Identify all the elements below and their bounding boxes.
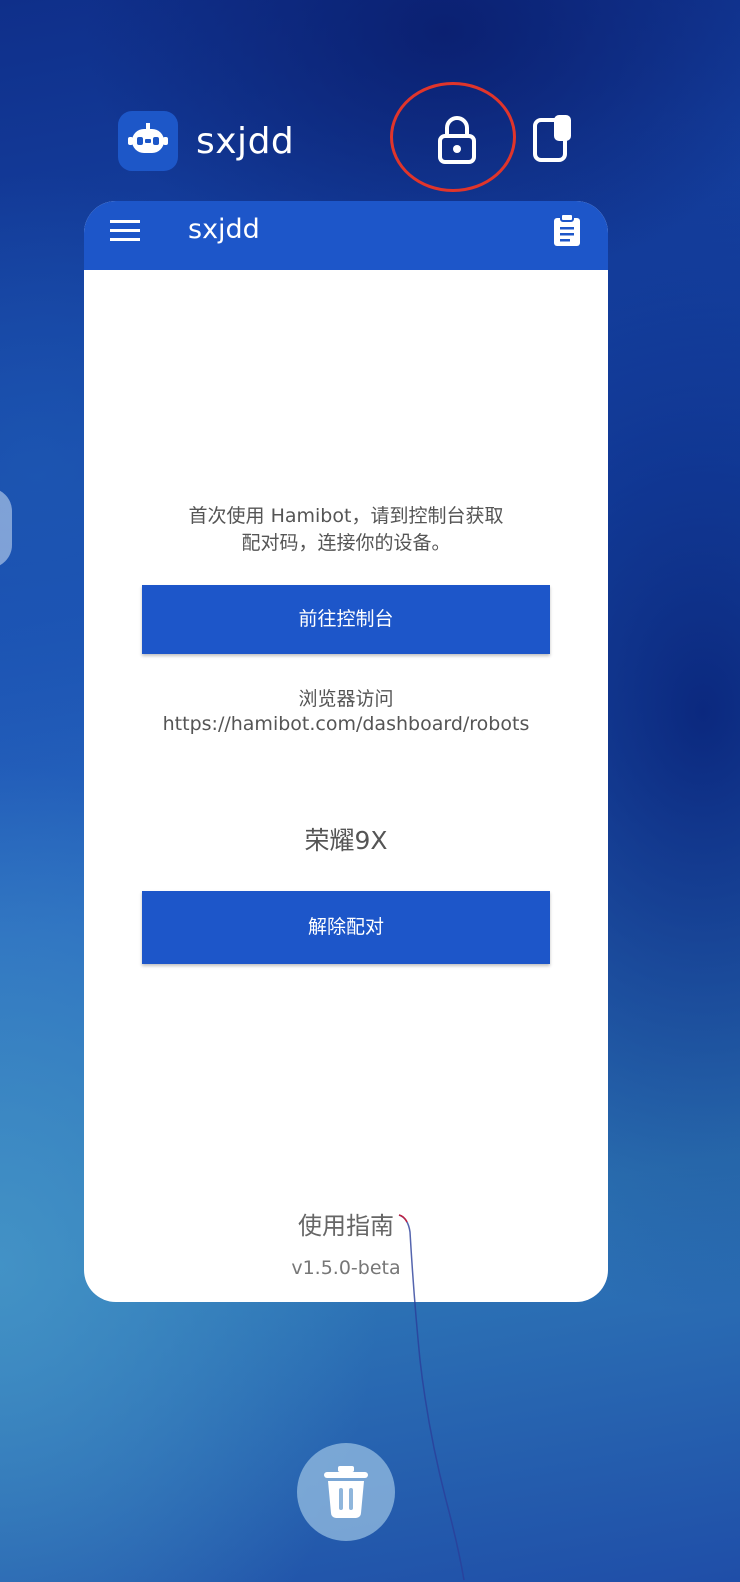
side-edge-handle[interactable] [0,488,12,568]
dashboard-url: https://hamibot.com/dashboard/robots [162,713,530,735]
browser-visit-label: 浏览器访问 [298,688,394,710]
device-name: 荣耀9X [304,826,388,855]
app-header[interactable]: sxjdd [118,111,294,171]
highlight-circle [390,82,516,192]
pairing-hint-line-1: 首次使用 Hamibot，请到控制台获取 [188,505,504,527]
go-to-console-button[interactable]: 前往控制台 [142,585,550,654]
robot-icon [118,111,178,171]
toolbar-title: sxjdd [188,214,260,245]
floating-window-icon[interactable] [530,112,576,164]
version-label: v1.5.0-beta [291,1257,401,1279]
user-guide-link[interactable]: 使用指南 [104,1206,588,1241]
menu-icon[interactable] [110,218,140,244]
trash-icon[interactable] [297,1443,395,1541]
app-toolbar: sxjdd [84,201,608,270]
recent-apps-screen: sxjdd sxjdd 首次使用 Hamibot，请到控制台获取 配对码，连接你… [0,0,740,1582]
pairing-hint: 首次使用 Hamibot，请到控制台获取 配对码，连接你的设备。 [124,503,568,557]
pairing-hint-line-2: 配对码，连接你的设备。 [241,532,451,554]
unpair-button[interactable]: 解除配对 [142,891,550,964]
app-preview-card[interactable]: sxjdd 首次使用 Hamibot，请到控制台获取 配对码，连接你的设备。 前… [84,201,608,1302]
app-name: sxjdd [196,120,295,162]
clipboard-icon[interactable] [553,213,581,246]
